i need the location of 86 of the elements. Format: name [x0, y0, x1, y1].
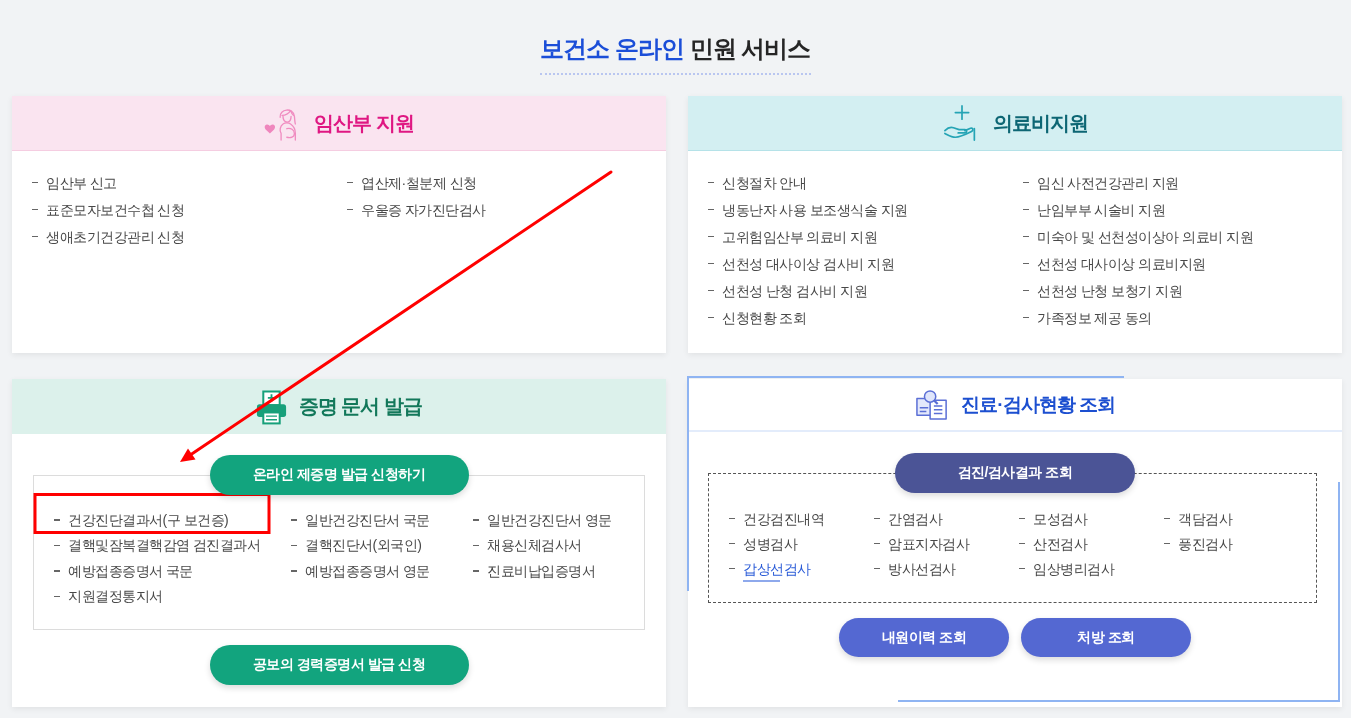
printer-icon	[255, 388, 287, 425]
dash-icon	[708, 289, 714, 292]
dash-icon	[1023, 181, 1029, 184]
dash-icon	[1019, 542, 1025, 545]
inquiry-button[interactable]: 내원이력 조회	[839, 618, 1009, 657]
page-title: 보건소 온라인 민원 서비스	[540, 33, 811, 75]
menu-link[interactable]: 일반건강진단서 국문	[291, 509, 430, 530]
dash-icon	[1019, 567, 1025, 570]
menu-link[interactable]: 결핵진단서(외국인)	[291, 535, 422, 556]
menu-link[interactable]: 냉동난자 사용 보조생식술 지원	[708, 199, 908, 220]
menu-link[interactable]: 건강진단결과서(구 보건증)	[54, 509, 229, 530]
dash-icon	[1019, 517, 1025, 520]
panel-title: 의료비지원	[992, 110, 1088, 136]
dash-icon	[1164, 517, 1170, 520]
dash-icon	[708, 208, 714, 211]
dash-icon	[1164, 542, 1170, 545]
menu-link[interactable]: 미숙아 및 선천성이상아 의료비 지원	[1023, 226, 1254, 247]
dash-icon	[473, 544, 479, 546]
dash-icon	[54, 570, 60, 572]
menu-link[interactable]: 모성검사	[1019, 508, 1087, 529]
dash-icon	[291, 544, 297, 546]
menu-link[interactable]: 임산부 신고	[32, 172, 117, 193]
menu-link[interactable]: 성병검사	[729, 533, 797, 554]
menu-link[interactable]: 선천성 난청 보청기 지원	[1023, 280, 1183, 301]
dash-icon	[708, 235, 714, 238]
dash-icon	[1023, 208, 1029, 211]
menu-link[interactable]: 임신 사전건강관리 지원	[1023, 172, 1179, 193]
dash-icon	[347, 181, 353, 184]
dash-icon	[729, 517, 735, 520]
dash-icon	[729, 542, 735, 545]
menu-link[interactable]: 방사선검사	[874, 558, 956, 579]
menu-link[interactable]: 신청절차 안내	[708, 172, 807, 193]
menu-link[interactable]: 고위험임산부 의료비 지원	[708, 226, 878, 247]
menu-link[interactable]: 간염검사	[874, 508, 942, 529]
menu-link[interactable]: 풍진검사	[1164, 533, 1232, 554]
dash-icon	[32, 208, 38, 211]
menu-link[interactable]: 채용신체검사서	[473, 535, 582, 556]
dash-icon	[1023, 262, 1029, 265]
menu-link[interactable]: 산전검사	[1019, 533, 1087, 554]
menu-link[interactable]: 지원결정통지서	[54, 586, 163, 607]
dash-icon	[291, 519, 297, 521]
menu-link[interactable]: 신청현황 조회	[708, 307, 807, 328]
menu-link[interactable]: 난임부부 시술비 지원	[1023, 199, 1166, 220]
menu-link[interactable]: 선천성 난청 검사비 지원	[708, 280, 868, 301]
dash-icon	[708, 181, 714, 184]
menu-link[interactable]: 일반건강진단서 영문	[473, 509, 612, 530]
inquiry-button[interactable]: 처방 조회	[1021, 618, 1191, 657]
dash-icon	[1023, 289, 1029, 292]
panel-title: 증명 문서 발급	[298, 394, 423, 419]
menu-link[interactable]: 표준모자보건수첩 신청	[32, 199, 185, 220]
menu-link[interactable]: 선천성 대사이상 의료비지원	[1023, 253, 1206, 274]
menu-link[interactable]: 우울증 자가진단검사	[347, 199, 486, 220]
dash-icon	[54, 595, 60, 597]
dash-icon	[473, 570, 479, 572]
dash-icon	[708, 262, 714, 265]
dash-icon	[32, 235, 38, 238]
menu-link[interactable]: 갑상선검사	[729, 558, 811, 579]
dash-icon	[54, 519, 60, 521]
menu-link[interactable]: 진료비납입증명서	[473, 560, 595, 581]
dash-icon	[54, 544, 60, 546]
menu-link[interactable]: 생애초기건강관리 신청	[32, 226, 185, 247]
dash-icon	[473, 519, 479, 521]
dash-icon	[874, 567, 880, 570]
dash-icon	[347, 208, 353, 211]
dash-icon	[729, 567, 735, 570]
menu-link[interactable]: 선천성 대사이상 검사비 지원	[708, 253, 895, 274]
dash-icon	[874, 517, 880, 520]
dash-icon	[1023, 235, 1029, 238]
menu-link[interactable]: 임상병리검사	[1019, 558, 1114, 579]
panel-title: 임산부 지원	[314, 110, 414, 136]
dash-icon	[291, 570, 297, 572]
panel-title: 진료·검사현황 조회	[961, 392, 1115, 417]
results-button[interactable]: 검진/검사결과 조회	[895, 453, 1135, 493]
menu-link[interactable]: 암표지자검사	[874, 533, 969, 554]
dash-icon	[32, 181, 38, 184]
dash-icon	[1023, 316, 1029, 319]
menu-link[interactable]: 객담검사	[1164, 508, 1232, 529]
menu-link[interactable]: 건강검진내역	[729, 508, 824, 529]
menu-link[interactable]: 가족정보 제공 동의	[1023, 307, 1152, 328]
dash-icon	[874, 542, 880, 545]
document-magnifier-icon	[915, 388, 950, 421]
menu-link[interactable]: 예방접종증명서 국문	[54, 560, 193, 581]
menu-link[interactable]: 예방접종증명서 영문	[291, 560, 430, 581]
menu-link[interactable]: 결핵및잠복결핵감염 검진결과서	[54, 535, 261, 556]
menu-link[interactable]: 엽산제·철분제 신청	[347, 172, 477, 193]
dash-icon	[708, 316, 714, 319]
